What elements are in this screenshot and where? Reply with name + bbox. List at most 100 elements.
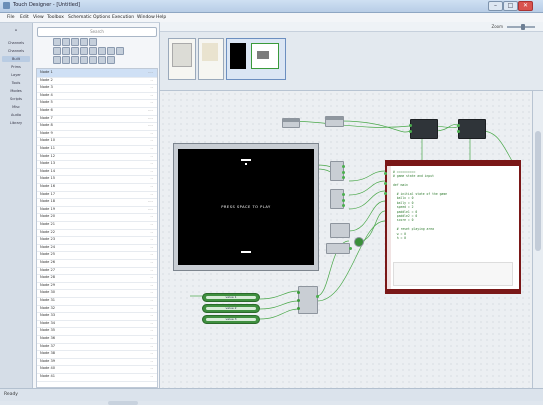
library-item-shortcut: -- xyxy=(150,343,153,348)
tool-icon[interactable] xyxy=(98,56,106,64)
library-item-name: Node 40 xyxy=(40,366,56,371)
script-editor-panel[interactable]: # ========== # game state and input def … xyxy=(384,160,521,294)
library-item-name: Node 20 xyxy=(40,214,56,219)
tool-icon[interactable] xyxy=(89,56,97,64)
rail-item[interactable]: Scripts xyxy=(2,96,30,102)
rail-item[interactable]: Library xyxy=(2,120,30,126)
maximize-button[interactable]: □ xyxy=(503,1,518,11)
operator-node[interactable] xyxy=(282,118,300,128)
close-button[interactable]: ✕ xyxy=(518,1,533,11)
tool-icon[interactable] xyxy=(71,47,79,55)
toggle-node[interactable] xyxy=(354,237,364,247)
wire xyxy=(259,308,299,320)
menu-view[interactable]: View xyxy=(33,15,44,20)
thumbnail[interactable] xyxy=(198,38,224,80)
merge-node[interactable] xyxy=(297,286,319,314)
tool-icon[interactable] xyxy=(53,56,61,64)
menu-help[interactable]: Help xyxy=(156,15,166,20)
value-pill[interactable]: value 1 xyxy=(202,293,260,302)
tool-icon[interactable] xyxy=(98,47,106,55)
rail-item[interactable]: Modes xyxy=(2,88,30,94)
tool-icon[interactable] xyxy=(116,47,124,55)
canvas-vscroll[interactable] xyxy=(533,91,543,388)
library-item-shortcut: -- xyxy=(150,366,153,371)
thumbnail-selected[interactable] xyxy=(226,38,286,80)
menu-edit[interactable]: Edit xyxy=(20,15,29,20)
tool-icon[interactable] xyxy=(62,47,70,55)
value-pill[interactable]: value 3 xyxy=(202,315,260,324)
editor-gutter xyxy=(387,166,391,292)
tool-icon[interactable] xyxy=(71,38,79,46)
tool-icon[interactable] xyxy=(53,38,61,46)
menu-file[interactable]: File xyxy=(7,15,15,20)
operator-node[interactable] xyxy=(330,223,350,238)
rail-item[interactable]: Tools xyxy=(2,80,30,86)
rail-item[interactable]: Prims xyxy=(2,64,30,70)
app-icon xyxy=(3,2,10,9)
library-item-shortcut: -- xyxy=(150,184,153,188)
operator-node[interactable] xyxy=(325,116,344,127)
library-item-name: Node 37 xyxy=(40,343,56,348)
zoom-label: Zoom xyxy=(491,24,503,29)
library-item-name: Node 14 xyxy=(40,168,56,173)
operator-node[interactable] xyxy=(330,161,345,181)
library-item-shortcut: -- xyxy=(150,282,153,287)
script-node[interactable] xyxy=(409,119,438,139)
menu-execution[interactable]: Execution xyxy=(112,15,134,20)
operator-node[interactable] xyxy=(326,243,352,254)
thumbnail[interactable] xyxy=(168,38,196,80)
menu-window[interactable]: Window xyxy=(137,15,155,20)
library-search-input[interactable]: Search xyxy=(37,27,157,37)
script-node[interactable] xyxy=(457,119,486,139)
tool-icon[interactable] xyxy=(80,56,88,64)
node-library-panel: Search Node 1 ---- Node 2 -- Node 3 -- Node 4-… xyxy=(33,23,160,405)
operator-node[interactable] xyxy=(330,189,345,209)
library-item-shortcut: -- xyxy=(150,138,153,143)
minimize-button[interactable]: – xyxy=(488,1,503,11)
library-item-name: Node 15 xyxy=(40,176,56,181)
tool-icon[interactable] xyxy=(80,38,88,46)
tool-icon[interactable] xyxy=(89,38,97,46)
tool-icon[interactable] xyxy=(71,56,79,64)
library-item-shortcut: -- xyxy=(150,244,153,249)
rail-item[interactable]: Layer xyxy=(2,72,30,78)
rail-item[interactable]: Channels xyxy=(2,40,30,46)
tool-icon[interactable] xyxy=(62,38,70,46)
rail-item[interactable]: Audio xyxy=(2,112,30,118)
library-item-shortcut: -- xyxy=(150,130,153,135)
tool-icon[interactable] xyxy=(107,56,115,64)
library-item-name: Node 22 xyxy=(40,229,56,234)
wire xyxy=(316,220,386,302)
tool-icon[interactable] xyxy=(89,47,97,55)
library-item-shortcut: -- xyxy=(150,267,153,272)
wire xyxy=(348,190,386,210)
value-pill[interactable]: value 2 xyxy=(202,304,260,313)
tool-icon[interactable] xyxy=(53,47,61,55)
rail-item[interactable]: Built xyxy=(2,56,30,62)
zoom-slider-handle[interactable] xyxy=(521,24,525,30)
tool-icon[interactable] xyxy=(62,56,70,64)
library-item-name: Node 33 xyxy=(40,313,56,318)
library-item[interactable]: Node 41 -- xyxy=(37,373,157,382)
rail-home-icon[interactable]: ⌂ xyxy=(2,27,30,33)
library-item-name: Node 7 xyxy=(40,115,53,120)
library-item-shortcut: -- xyxy=(150,191,153,196)
wire xyxy=(348,170,386,182)
library-item-name: Node 11 xyxy=(40,146,56,150)
menu-toolbox[interactable]: Toolbox xyxy=(47,15,64,20)
menu-options[interactable]: Options xyxy=(93,15,110,20)
tool-icon[interactable] xyxy=(107,47,115,55)
title-bar: Touch Designer - [Untitled] – □ ✕ xyxy=(0,0,543,13)
library-hscroll[interactable] xyxy=(108,401,138,405)
library-item-name: Node 27 xyxy=(40,267,56,272)
library-item-shortcut: -- xyxy=(150,328,153,333)
wire xyxy=(359,210,386,242)
menu-schematic[interactable]: Schematic xyxy=(68,15,92,20)
rail-item[interactable]: Misc xyxy=(2,104,30,110)
rail-item[interactable]: Channels xyxy=(2,48,30,54)
library-item-shortcut: -- xyxy=(150,305,153,310)
tool-icon[interactable] xyxy=(80,47,88,55)
script-code[interactable]: # ========== # game state and input def … xyxy=(393,170,513,254)
schematic-canvas[interactable]: PRESS SPACE TO PLAY # ========== # game … xyxy=(160,91,533,388)
game-preview-window[interactable]: PRESS SPACE TO PLAY xyxy=(173,143,319,271)
